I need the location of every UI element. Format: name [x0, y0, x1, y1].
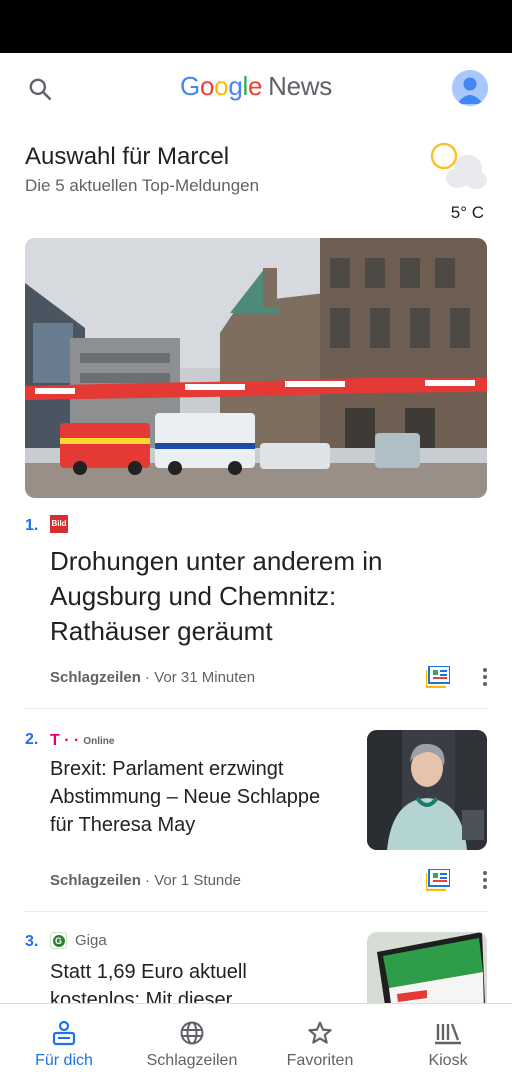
article-section: Schlagzeilen	[50, 669, 141, 686]
nav-label: Kiosk	[428, 1052, 468, 1069]
article-time: · Vor 31 Minuten	[140, 669, 256, 686]
hero-article-image[interactable]	[25, 238, 487, 498]
weather-widget[interactable]: 5° C	[420, 140, 490, 225]
article-headline[interactable]: Brexit: Parlament erzwingt Abstimmung – …	[50, 755, 340, 839]
article-card-2[interactable]: 2. T · · Online Brexit: Parlament erzwin…	[25, 728, 487, 908]
article-source: T · · Online	[50, 732, 114, 750]
article-headline[interactable]: Statt 1,69 Euro aktuell kostenlos: Mit d…	[50, 958, 340, 1003]
more-options-button[interactable]	[475, 867, 495, 893]
title-suffix: News	[268, 71, 332, 101]
app-title: Google News	[0, 71, 512, 102]
giga-logo-letter: G	[52, 935, 65, 947]
article-source: Bild	[50, 515, 68, 533]
source-name: Online	[83, 735, 115, 747]
partly-cloudy-icon	[430, 142, 487, 189]
briefing-subtitle: Die 5 aktuellen Top-Meldungen	[25, 176, 260, 195]
nav-for-you[interactable]: Für dich	[0, 1004, 128, 1080]
full-coverage-button[interactable]	[425, 664, 451, 690]
nav-favorites[interactable]: Favoriten	[256, 1004, 384, 1080]
divider	[25, 911, 487, 912]
app-bar: Google News	[0, 53, 512, 125]
briefing-header: Auswahl für Marcel Die 5 aktuellen Top-M…	[25, 140, 325, 196]
full-coverage-button[interactable]	[425, 867, 451, 893]
nav-label: Für dich	[35, 1052, 93, 1069]
theresa-may-photo	[367, 730, 487, 850]
article-section: Schlagzeilen	[50, 872, 141, 889]
status-bar	[0, 0, 512, 53]
more-vert-icon	[483, 668, 487, 686]
google-play-photo	[367, 932, 487, 1003]
bild-logo: Bild	[50, 515, 68, 533]
for-you-icon	[52, 1020, 76, 1046]
title-letter: G	[180, 71, 200, 101]
title-letter: o	[214, 71, 229, 101]
title-letter: g	[228, 71, 243, 101]
star-icon	[308, 1021, 332, 1044]
article-source: G Giga	[50, 932, 107, 949]
weather-temperature: 5° C	[450, 203, 484, 222]
article-card-1[interactable]: 1. Bild Drohungen unter anderem in Augsb…	[25, 512, 487, 708]
title-letter: o	[199, 71, 215, 101]
title-letter: e	[247, 71, 263, 101]
article-rank: 1.	[25, 517, 39, 534]
article-thumbnail[interactable]	[367, 932, 487, 1003]
article-meta: Schlagzeilen · Vor 31 Minuten	[50, 669, 255, 686]
account-avatar[interactable]	[452, 70, 488, 106]
newsstand-icon	[435, 1023, 461, 1045]
divider	[25, 708, 487, 709]
townhall-photo	[25, 238, 487, 498]
giga-logo: G	[50, 932, 67, 949]
more-options-button[interactable]	[475, 664, 495, 690]
article-rank: 3.	[25, 933, 39, 950]
bottom-navigation: Für dich Schlagzeilen Favoriten Kiosk	[0, 1003, 512, 1080]
article-meta: Schlagzeilen · Vor 1 Stunde	[50, 872, 241, 889]
more-vert-icon	[483, 871, 487, 889]
nav-label: Schlagzeilen	[146, 1052, 238, 1069]
article-rank: 2.	[25, 731, 39, 748]
nav-newsstand[interactable]: Kiosk	[384, 1004, 512, 1080]
article-headline[interactable]: Drohungen unter anderem in Augsburg und …	[50, 544, 460, 649]
account-avatar-icon	[452, 70, 488, 106]
article-time: · Vor 1 Stunde	[140, 872, 241, 889]
full-coverage-icon	[426, 666, 450, 688]
globe-icon	[180, 1021, 204, 1045]
nav-label: Favoriten	[286, 1052, 354, 1069]
article-thumbnail[interactable]	[367, 730, 487, 850]
t-online-logo: T · ·	[50, 732, 80, 749]
briefing-title: Auswahl für Marcel	[25, 143, 230, 170]
full-coverage-icon	[426, 869, 450, 891]
nav-headlines[interactable]: Schlagzeilen	[128, 1004, 256, 1080]
article-card-3[interactable]: 3. G Giga Statt 1,69 Euro aktuell kosten…	[25, 930, 487, 1003]
source-name: Giga	[75, 932, 107, 949]
